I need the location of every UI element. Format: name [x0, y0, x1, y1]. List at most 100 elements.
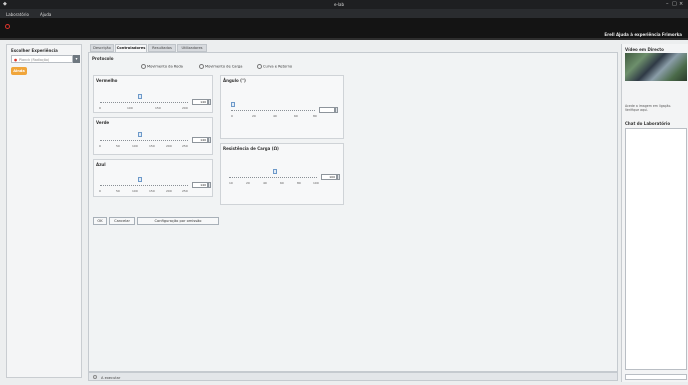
title-bar: ◆ e-lab – □ ×	[0, 0, 688, 9]
tab-resultados[interactable]: Resultados	[148, 44, 176, 52]
maximize-icon[interactable]: □	[672, 2, 677, 7]
chat-log[interactable]	[625, 128, 687, 370]
logo-icon	[5, 24, 10, 29]
slider-value-field[interactable]: 100	[321, 174, 337, 180]
radio-icon	[141, 64, 146, 69]
tick-label: 150	[149, 144, 155, 148]
video-feed-image	[625, 53, 687, 81]
slider-value-field[interactable]	[319, 107, 335, 113]
slider-group-angulo: Ângulo (°) 0 20 40 60 80	[220, 75, 344, 139]
experiment-panel: Escolher Experiência ● Planck (Radiação)…	[6, 44, 82, 378]
radio-icon	[257, 64, 262, 69]
tick-label: 20	[246, 181, 250, 185]
tick-label: 100	[313, 181, 319, 185]
menu-bar: Laboratório Ajuda	[0, 9, 688, 18]
slider-thumb[interactable]	[138, 132, 142, 137]
radio-icon	[199, 64, 204, 69]
slider-label: Resistência de Carga (Ω)	[223, 146, 279, 151]
brand-title: Erell Ajuda à experiência Frimorka	[604, 32, 682, 37]
protocol-label: Protocolo	[92, 56, 114, 61]
tick-label: 150	[155, 106, 161, 110]
slider-label: Ângulo (°)	[223, 78, 246, 83]
tick-label: 80	[297, 181, 301, 185]
panel-header: Escolher Experiência	[11, 48, 58, 53]
status-indicator-icon	[93, 375, 97, 379]
log-header: Chat do Laboratório	[625, 121, 671, 126]
radio-option-1[interactable]: Movimento da Roda	[141, 64, 183, 69]
tick-label: 60	[294, 114, 298, 118]
experiment-status-icon: ●	[14, 57, 18, 62]
slider-track[interactable]	[100, 102, 188, 103]
slider-group-verde: Verde 0 50 100 150 200 250 140	[93, 117, 213, 155]
slider-thumb[interactable]	[138, 94, 142, 99]
ok-button[interactable]: OK	[93, 217, 107, 225]
tick-label: 150	[149, 189, 155, 193]
slider-value-field[interactable]: 140	[192, 99, 208, 105]
status-bar: A executar	[88, 372, 618, 381]
experiment-selected-value: Planck (Radiação)	[19, 57, 50, 62]
chevron-down-icon[interactable]: ▾	[73, 55, 80, 63]
spinner-icon[interactable]	[208, 99, 211, 105]
slider-thumb[interactable]	[231, 102, 235, 107]
protocol-radio-group: Movimento da Roda Movimento de Carga Cur…	[141, 64, 351, 70]
spinner-icon[interactable]	[337, 174, 340, 180]
close-icon[interactable]: ×	[679, 2, 683, 7]
spinner-icon[interactable]	[208, 182, 211, 188]
tick-label: 20	[252, 114, 256, 118]
slider-value-field[interactable]: 140	[192, 137, 208, 143]
minimize-icon[interactable]: –	[666, 2, 669, 7]
radio-option-2[interactable]: Movimento de Carga	[199, 64, 242, 69]
experiment-selector[interactable]: ● Planck (Radiação)	[11, 55, 73, 63]
slider-thumb[interactable]	[273, 169, 277, 174]
tick-label: 10	[229, 181, 233, 185]
video-header: Vídeo em Directo	[625, 47, 664, 52]
start-button[interactable]: Ainda	[11, 67, 27, 75]
tick-label: 200	[182, 106, 188, 110]
slider-track[interactable]	[100, 185, 188, 186]
slider-track[interactable]	[100, 140, 188, 141]
slider-value-field[interactable]: 140	[192, 182, 208, 188]
tick-label: 250	[182, 189, 188, 193]
controllers-pane: Protocolo Movimento da Roda Movimento de…	[88, 52, 618, 372]
slider-track[interactable]	[229, 177, 317, 178]
radio-label: Movimento da Roda	[147, 64, 183, 69]
brand-bar: Erell Ajuda à experiência Frimorka	[0, 18, 688, 40]
slider-group-azul: Azul 0 50 100 150 200 250 140	[93, 159, 213, 197]
tick-label: 100	[127, 106, 133, 110]
slider-thumb[interactable]	[138, 177, 142, 182]
app-icon: ◆	[3, 1, 7, 7]
tick-label: 250	[182, 144, 188, 148]
slider-track[interactable]	[231, 110, 315, 111]
default-config-button[interactable]: Configuração por omissão	[137, 217, 219, 225]
tick-label: 40	[273, 114, 277, 118]
spinner-icon[interactable]	[335, 107, 338, 113]
slider-group-vermelho: Vermelho 0 100 150 200 140	[93, 75, 213, 113]
window-title: e-lab	[334, 2, 345, 7]
tick-label: 40	[263, 181, 267, 185]
radio-label: Curva e Retorno	[263, 64, 293, 69]
tab-controladores[interactable]: Controladores	[115, 44, 147, 52]
tick-label: 0	[99, 106, 101, 110]
tab-utilizadores[interactable]: Utilizadores	[177, 44, 207, 52]
video-caption: Acede a imagem em ligação. Verifique aqu…	[625, 104, 672, 112]
tick-label: 60	[280, 181, 284, 185]
radio-label: Movimento de Carga	[205, 64, 243, 69]
menu-item-laboratorio[interactable]: Laboratório	[6, 12, 29, 17]
tick-label: 200	[166, 189, 172, 193]
spinner-icon[interactable]	[208, 137, 211, 143]
cancel-button[interactable]: Cancelar	[109, 217, 135, 225]
chat-input[interactable]	[625, 374, 687, 380]
slider-group-resistencia: Resistência de Carga (Ω) 10 20 40 60 80 …	[220, 143, 344, 205]
tick-label: 0	[99, 144, 101, 148]
status-text: A executar	[101, 375, 121, 380]
tab-descricao[interactable]: Descrição	[90, 44, 114, 52]
slider-label: Verde	[96, 120, 110, 125]
tick-label: 200	[166, 144, 172, 148]
tick-label: 100	[132, 144, 138, 148]
slider-label: Azul	[96, 162, 106, 167]
tick-label: 50	[116, 189, 120, 193]
tick-label: 0	[99, 189, 101, 193]
tick-label: 0	[231, 114, 233, 118]
menu-item-ajuda[interactable]: Ajuda	[40, 12, 51, 17]
radio-option-3[interactable]: Curva e Retorno	[257, 64, 292, 69]
